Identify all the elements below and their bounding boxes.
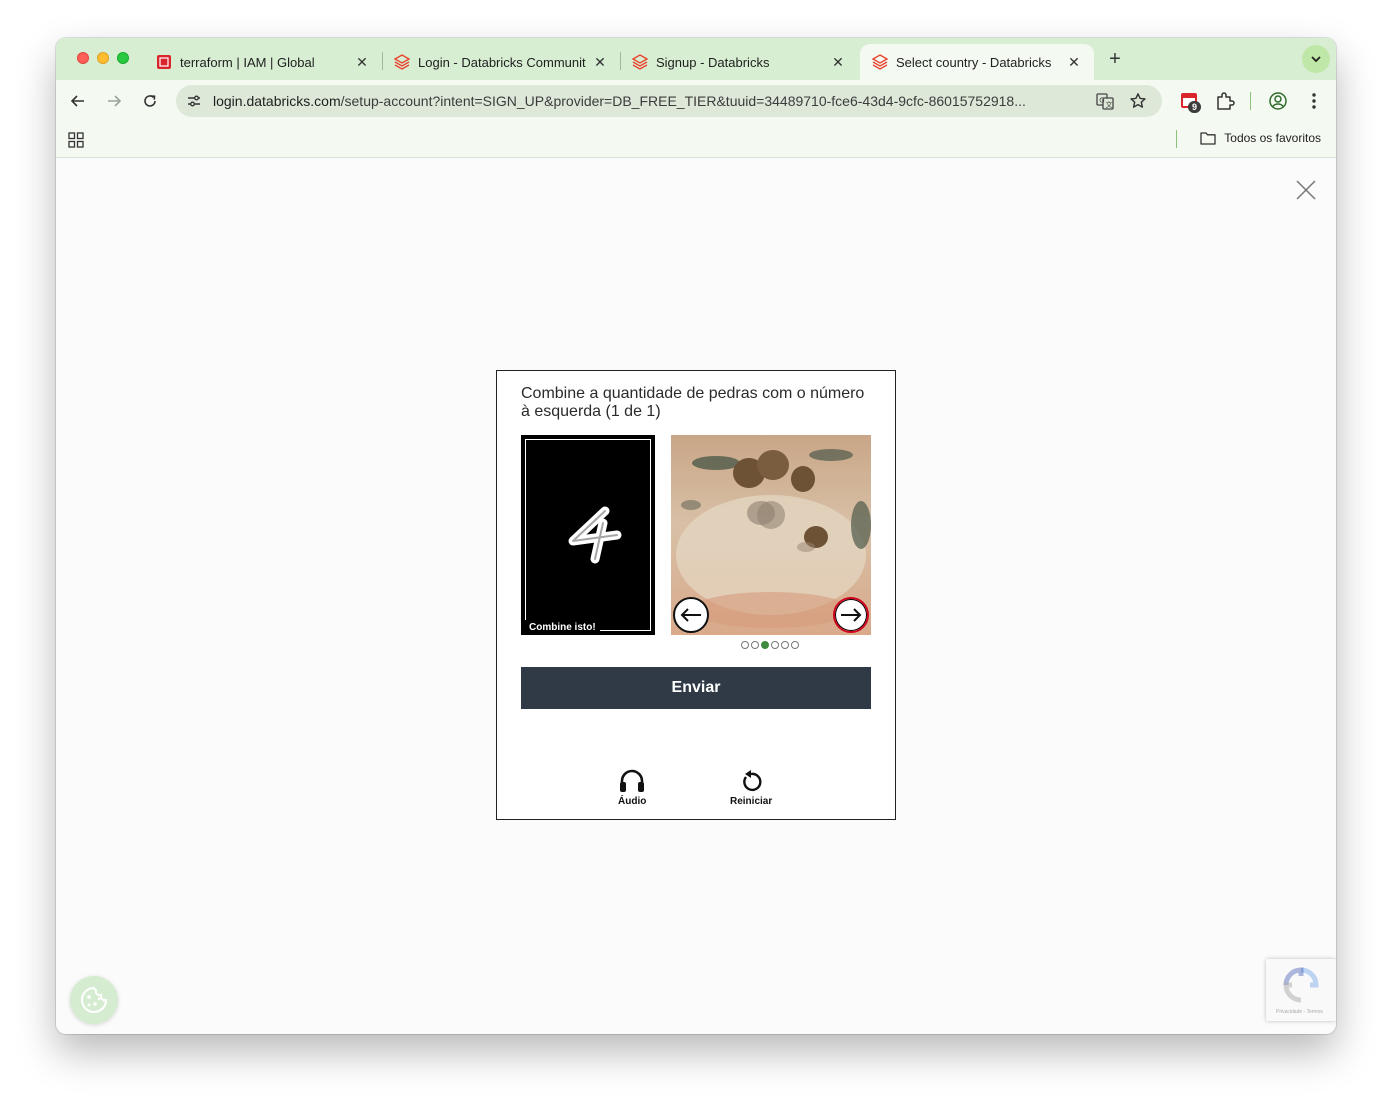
recaptcha-badge[interactable]: Privacidade - Termos [1266, 959, 1336, 1021]
reload-icon [743, 770, 762, 792]
tab-title: Login - Databricks Communit [418, 54, 586, 70]
submit-button[interactable]: Enviar [521, 667, 871, 709]
carousel-dot [781, 641, 789, 649]
page-content: Combine a quantidade de pedras com o núm… [56, 159, 1336, 1034]
browser-menu-button[interactable] [1306, 91, 1322, 116]
carousel-dot [771, 641, 779, 649]
svg-text:G: G [1099, 97, 1104, 105]
chevron-down-icon [1311, 56, 1321, 63]
carousel-dot [751, 641, 759, 649]
carousel-dot [791, 641, 799, 649]
carousel-dot [741, 641, 749, 649]
arrow-right-icon [108, 95, 122, 107]
puzzle-icon [1217, 92, 1235, 110]
svg-text:文: 文 [1106, 100, 1113, 109]
maximize-window-button[interactable] [117, 52, 129, 64]
handwritten-digit-image [568, 506, 622, 564]
extension-badge: 9 [1188, 101, 1202, 113]
bookmarks-bar: Todos os favoritos [56, 122, 1336, 158]
tab-terraform-iam[interactable]: terraform | IAM | Global ✕ [144, 44, 382, 80]
address-bar[interactable]: login.databricks.com/setup-account?inten… [176, 85, 1162, 117]
extensions-button[interactable] [1215, 91, 1235, 116]
cookie-icon [81, 986, 108, 1013]
reload-icon [144, 95, 156, 107]
close-window-button[interactable] [77, 52, 89, 64]
tab-strip: terraform | IAM | Global ✕ Login - Datab… [56, 38, 1336, 80]
minimize-window-button[interactable] [97, 52, 109, 64]
arrow-left-icon [70, 95, 84, 107]
all-bookmarks-folder[interactable]: Todos os favoritos [1200, 131, 1321, 145]
tab-search-button[interactable] [1302, 45, 1330, 73]
tab-login-databricks[interactable]: Login - Databricks Communit ✕ [382, 44, 620, 80]
more-vert-icon [1312, 93, 1316, 109]
url-text: login.databricks.com/setup-account?inten… [213, 93, 1083, 109]
arrow-left-icon [680, 608, 701, 622]
forward-button[interactable] [104, 91, 124, 111]
reset-label: Reiniciar [730, 796, 773, 807]
databricks-icon [394, 54, 410, 70]
number-card-caption: Combine isto! [525, 620, 600, 635]
browser-toolbar: login.databricks.com/setup-account?inten… [56, 80, 1336, 122]
back-button[interactable] [68, 91, 88, 111]
stones-image-card [671, 435, 871, 635]
audio-challenge-button[interactable]: Áudio [618, 769, 646, 807]
bookmark-star-icon[interactable] [1129, 92, 1147, 110]
tab-close-icon[interactable]: ✕ [830, 54, 846, 71]
previous-image-button[interactable] [673, 597, 709, 633]
translate-icon[interactable]: G文 [1096, 92, 1114, 110]
apps-button[interactable] [68, 132, 84, 153]
folder-label: Todos os favoritos [1224, 131, 1321, 145]
close-overlay-button[interactable] [1294, 178, 1318, 202]
captcha-dialog: Combine a quantidade de pedras com o núm… [496, 370, 896, 820]
tab-title: Signup - Databricks [656, 54, 770, 70]
captcha-prompt: Combine a quantidade de pedras com o núm… [521, 385, 865, 420]
browser-window: terraform | IAM | Global ✕ Login - Datab… [56, 38, 1336, 1034]
aws-console-icon [156, 54, 172, 70]
recaptcha-footer[interactable]: Privacidade - Termos [1276, 1009, 1323, 1015]
bookmarks-divider [1176, 130, 1177, 148]
reload-button[interactable] [140, 91, 160, 111]
databricks-icon [632, 54, 648, 70]
close-icon [1296, 180, 1316, 200]
apps-grid-icon [68, 132, 84, 148]
tab-signup-databricks[interactable]: Signup - Databricks ✕ [620, 44, 858, 80]
number-card: Combine isto! [521, 435, 655, 635]
tab-close-icon[interactable]: ✕ [592, 54, 608, 71]
next-image-button[interactable] [833, 597, 869, 633]
site-settings-icon[interactable] [186, 93, 202, 109]
recaptcha-logo-icon [1283, 967, 1319, 1003]
url-host: login.databricks.com [213, 93, 341, 109]
tab-close-icon[interactable]: ✕ [1066, 54, 1082, 71]
carousel-dot [761, 641, 769, 649]
audio-label: Áudio [618, 796, 647, 807]
tab-select-country[interactable]: Select country - Databricks ✕ [860, 44, 1094, 80]
reset-challenge-button[interactable]: Reiniciar [730, 769, 772, 807]
folder-icon [1200, 132, 1216, 145]
cookie-settings-button[interactable] [70, 976, 118, 1024]
url-path: /setup-account?intent=SIGN_UP&provider=D… [340, 93, 1026, 109]
tab-title: Select country - Databricks [896, 54, 1052, 70]
profile-button[interactable] [1268, 91, 1288, 116]
carousel-indicator [741, 641, 799, 649]
new-tab-button[interactable]: + [1105, 48, 1125, 71]
arrow-right-icon [841, 608, 862, 622]
toolbar-divider [1250, 92, 1251, 110]
databricks-icon [872, 54, 888, 70]
extension-calendar-button[interactable]: 9 [1180, 91, 1202, 118]
headphones-icon [620, 769, 645, 792]
profile-icon [1269, 92, 1287, 110]
tab-title: terraform | IAM | Global [180, 54, 315, 70]
tab-close-icon[interactable]: ✕ [354, 54, 370, 71]
